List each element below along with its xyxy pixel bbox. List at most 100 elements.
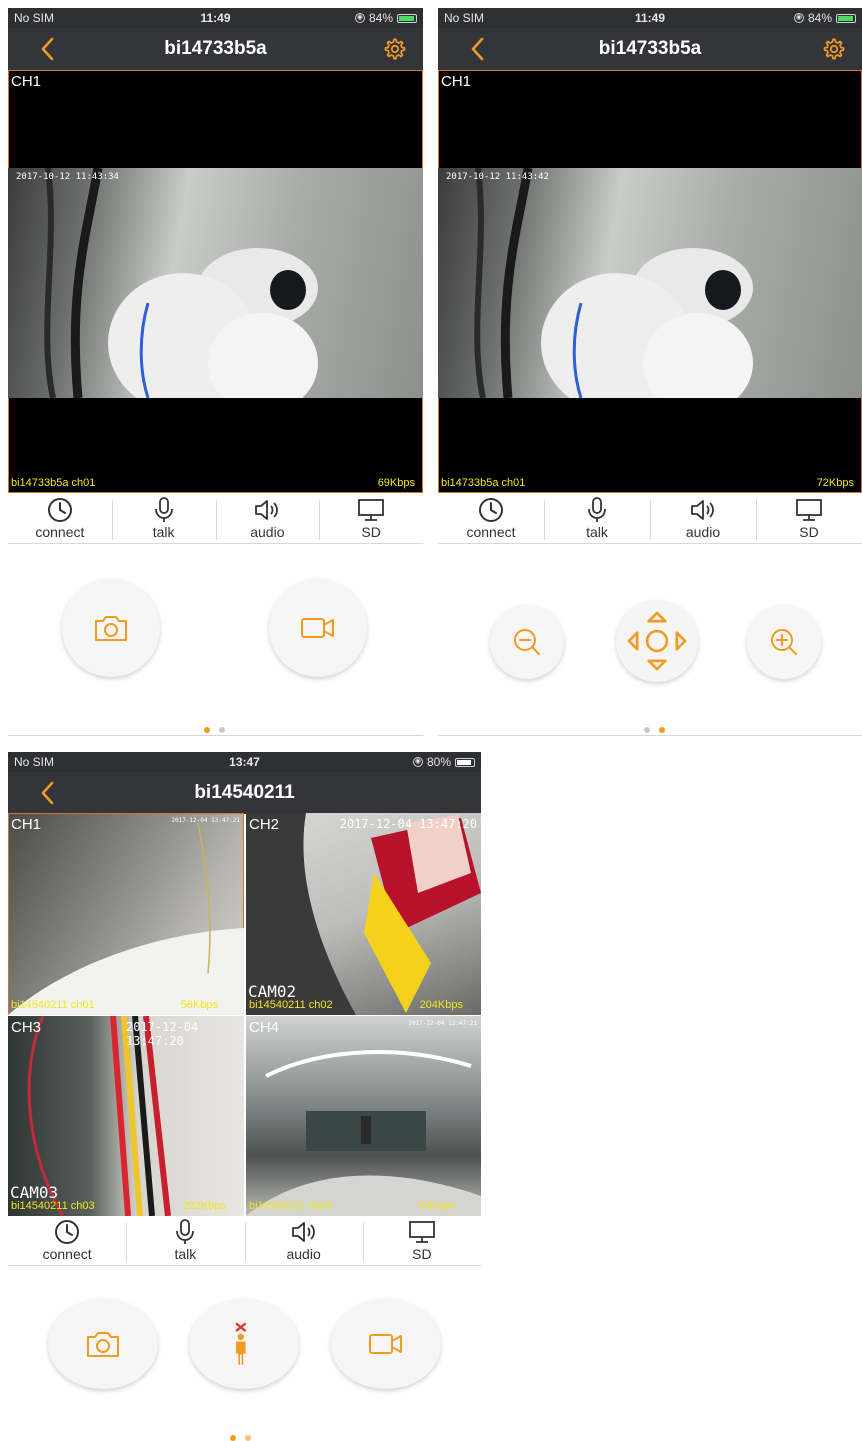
divider bbox=[438, 735, 862, 736]
battery-icon bbox=[836, 13, 856, 23]
video-view-ch1[interactable]: 2017-10-12 11:43:42 CH1 bi14733b5a ch01 … bbox=[438, 70, 862, 493]
talk-label: talk bbox=[586, 524, 608, 540]
camera-icon bbox=[87, 1332, 119, 1357]
connect-button[interactable]: connect bbox=[8, 1218, 126, 1265]
video-caption: bi14733b5a ch01 bbox=[441, 477, 526, 489]
talk-button[interactable]: talk bbox=[544, 496, 650, 543]
nav-bar: bi14540211 bbox=[8, 772, 481, 814]
settings-gear-icon[interactable] bbox=[822, 37, 846, 61]
connect-button[interactable]: connect bbox=[8, 496, 112, 543]
talk-button[interactable]: talk bbox=[126, 1218, 244, 1265]
record-button[interactable] bbox=[331, 1299, 441, 1389]
zoom-in-icon bbox=[771, 629, 797, 655]
screen-single-view-capture: No SIM 11:49 ◉ 84% bi14733b5a 2017-10-12… bbox=[8, 8, 423, 740]
zoom-out-icon bbox=[514, 629, 540, 655]
screen-quad-view: No SIM 13:47 ◉ 80% bi14540211 CH1 2017-1… bbox=[8, 752, 481, 1441]
page-indicator bbox=[230, 1435, 251, 1441]
sd-button[interactable]: SD bbox=[362, 1218, 481, 1265]
clock-icon bbox=[55, 1220, 80, 1244]
channel-label: CH3 bbox=[11, 1019, 42, 1036]
channel-label: CH1 bbox=[441, 73, 472, 90]
motion-alarm-button[interactable] bbox=[189, 1299, 299, 1389]
sd-button[interactable]: SD bbox=[319, 496, 423, 543]
bitrate-label: 69Kbps bbox=[377, 477, 415, 489]
video-caption: bi14540211 ch01 bbox=[11, 999, 95, 1011]
camera-feed-image: 2017-10-12 11:43:42 bbox=[438, 167, 862, 413]
microphone-icon bbox=[588, 497, 606, 522]
microphone-icon bbox=[154, 497, 173, 522]
status-bar: No SIM 11:49 ◉ 84% bbox=[438, 8, 862, 28]
audio-button[interactable]: audio bbox=[650, 496, 756, 543]
video-timestamp: 2017-12-04 13:47:21 bbox=[171, 817, 240, 824]
video-timestamp: 2017-10-12 11:43:42 bbox=[446, 172, 549, 182]
sd-label: SD bbox=[799, 524, 819, 540]
speaker-icon bbox=[255, 500, 279, 520]
video-view-ch3[interactable]: CH3 2017-12-04 13:47:20 CAM03 bi14540211… bbox=[8, 1016, 244, 1216]
device-title: bi14733b5a bbox=[164, 38, 267, 59]
audio-label: audio bbox=[685, 524, 721, 540]
settings-gear-icon[interactable] bbox=[383, 37, 407, 61]
video-caption: bi14540211 ch02 bbox=[249, 999, 333, 1011]
screen-single-view-ptz: No SIM 11:49 ◉ 84% bi14733b5a 2017-10-12… bbox=[438, 8, 862, 740]
page-dot-2[interactable] bbox=[245, 1435, 251, 1441]
bitrate-label: 56Kbps bbox=[180, 999, 218, 1011]
sd-button[interactable]: SD bbox=[756, 496, 862, 543]
page-dot-1[interactable] bbox=[204, 727, 210, 733]
video-caption: bi14540211 ch03 bbox=[11, 1200, 95, 1212]
video-view-ch1[interactable]: 2017-10-12 11:43:34 CH1 bi14733b5a ch01 … bbox=[8, 70, 423, 493]
connect-button[interactable]: connect bbox=[438, 496, 544, 543]
talk-label: talk bbox=[152, 524, 175, 540]
video-view-ch2[interactable]: CH2 2017-12-04 13:47:20 CAM02 bi14540211… bbox=[246, 813, 481, 1015]
camera-scene-illustration bbox=[474, 167, 753, 413]
monitor-icon bbox=[358, 499, 385, 521]
speaker-icon bbox=[291, 1222, 315, 1242]
video-timestamp: 2017-12-04 13:47:21 bbox=[408, 1020, 477, 1027]
ptz-direction-pad[interactable] bbox=[616, 600, 698, 682]
snapshot-button[interactable] bbox=[62, 579, 160, 677]
video-timestamp: 2017-12-04 13:47:20 bbox=[126, 1020, 199, 1048]
zoom-in-button[interactable] bbox=[747, 605, 821, 679]
page-indicator bbox=[644, 727, 665, 733]
rotation-lock-icon: ◉ bbox=[793, 13, 804, 23]
channel-label: CH4 bbox=[249, 1019, 280, 1036]
channel-label: CH2 bbox=[249, 816, 280, 833]
battery-icon bbox=[397, 13, 417, 23]
speaker-icon bbox=[691, 500, 714, 520]
video-view-ch4[interactable]: CH4 2017-12-04 13:47:21 bi14540211 ch04 … bbox=[246, 1016, 481, 1216]
connect-label: connect bbox=[42, 1246, 92, 1262]
camera-scene-illustration bbox=[8, 822, 244, 1015]
battery-icon bbox=[455, 757, 475, 767]
sd-label: SD bbox=[361, 524, 381, 540]
nav-bar: bi14733b5a bbox=[438, 28, 862, 70]
nav-bar: bi14733b5a bbox=[8, 28, 423, 70]
camera-scene-illustration bbox=[44, 167, 318, 413]
page-dot-2[interactable] bbox=[659, 727, 665, 733]
rotation-lock-icon: ◉ bbox=[412, 757, 423, 767]
video-caption: bi14733b5a ch01 bbox=[11, 477, 96, 489]
audio-button[interactable]: audio bbox=[244, 1218, 363, 1265]
camera-scene-illustration bbox=[246, 1050, 481, 1216]
sd-label: SD bbox=[412, 1246, 432, 1262]
page-dot-1[interactable] bbox=[644, 727, 650, 733]
page-dot-1[interactable] bbox=[230, 1435, 236, 1441]
snapshot-button[interactable] bbox=[48, 1299, 158, 1389]
camera-feed-image: 2017-10-12 11:43:34 bbox=[8, 167, 423, 413]
battery-indicator: ◉ 80% bbox=[412, 755, 475, 769]
record-button[interactable] bbox=[269, 579, 367, 677]
status-bar: No SIM 11:49 ◉ 84% bbox=[8, 8, 423, 28]
function-toolbar: connect talk audio SD bbox=[438, 496, 862, 544]
video-view-ch1[interactable]: CH1 2017-12-04 13:47:21 bi14540211 ch01 … bbox=[8, 813, 244, 1015]
video-caption: bi14540211 ch04 bbox=[249, 1200, 333, 1212]
camera-icon bbox=[95, 616, 127, 641]
audio-button[interactable]: audio bbox=[215, 496, 320, 543]
zoom-out-button[interactable] bbox=[490, 605, 564, 679]
bitrate-label: 72Kbps bbox=[816, 477, 854, 489]
audio-label: audio bbox=[250, 524, 285, 540]
page-dot-2[interactable] bbox=[219, 727, 225, 733]
monitor-icon bbox=[408, 1221, 435, 1243]
talk-button[interactable]: talk bbox=[111, 496, 216, 543]
battery-indicator: ◉ 84% bbox=[354, 11, 417, 25]
channel-label: CH1 bbox=[11, 816, 42, 833]
ptz-direction-icon bbox=[627, 611, 687, 671]
function-toolbar: connect talk audio SD bbox=[8, 1218, 481, 1266]
